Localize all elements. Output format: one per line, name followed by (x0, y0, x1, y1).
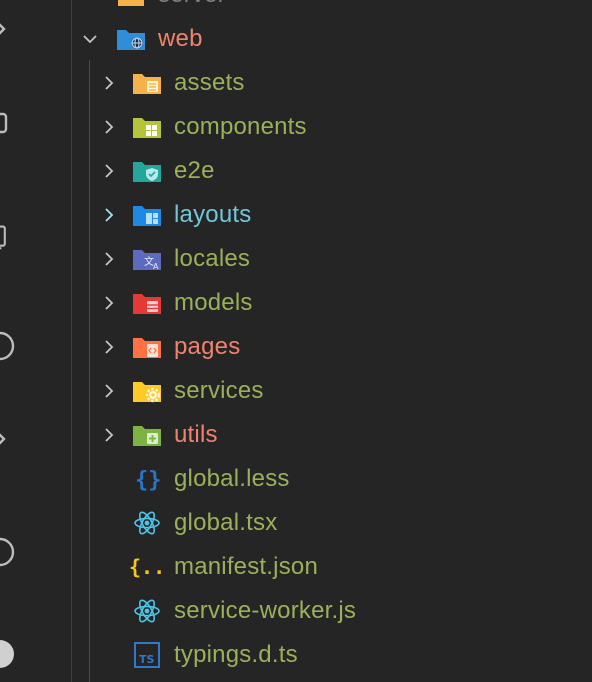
tree-item-label: models (174, 289, 253, 316)
folder-components-icon (132, 112, 162, 142)
folder-e2e-icon (132, 156, 162, 186)
tree-folder-web[interactable]: web (44, 17, 592, 61)
tree-item-label: web (158, 25, 203, 52)
folder-server-icon (116, 0, 146, 10)
tree-item-label: manifest.json (174, 553, 318, 580)
tree-item-label: server (158, 0, 226, 9)
tree-folder-layouts[interactable]: layouts (44, 193, 592, 237)
tree-item-label: services (174, 377, 264, 404)
device-icon[interactable] (0, 224, 10, 250)
json-file-icon: {..} (128, 552, 162, 582)
tree-item-label: layouts (174, 201, 252, 228)
chevron-right-icon[interactable] (101, 295, 117, 311)
chevron-down-icon[interactable] (82, 31, 98, 47)
tree-item-server[interactable]: server (44, 0, 592, 17)
chevron-right-icon[interactable] (101, 119, 117, 135)
folder-assets-icon (132, 68, 162, 98)
react-file-icon (132, 596, 162, 626)
tree-folder-services[interactable]: services (44, 369, 592, 413)
less-file-icon: {} (132, 464, 162, 494)
square-icon[interactable] (0, 110, 10, 136)
circle-icon[interactable] (0, 536, 16, 568)
tree-item-label: service-worker.js (174, 597, 357, 624)
tree-item-label: utils (174, 421, 218, 448)
chevron-right-icon[interactable] (101, 427, 117, 443)
chevron-right-icon[interactable] (101, 251, 117, 267)
tree-item-label: e2e (174, 157, 215, 184)
tree-file-typings-d-ts[interactable]: TS typings.d.ts (44, 633, 592, 677)
folder-layouts-icon (132, 200, 162, 230)
tree-file-global-tsx[interactable]: global.tsx (44, 501, 592, 545)
tree-item-label: global.less (174, 465, 290, 492)
svg-text:{}: {} (135, 468, 162, 493)
folder-pages-icon (132, 332, 162, 362)
folder-web-icon (116, 24, 146, 54)
tree-item-label: pages (174, 333, 241, 360)
tree-item-label: locales (174, 245, 251, 272)
tree-file-global-less[interactable]: {} global.less (44, 457, 592, 501)
tree-folder-assets[interactable]: assets (44, 61, 592, 105)
tree-folder-e2e[interactable]: e2e (44, 149, 592, 193)
tree-item-label: assets (174, 69, 245, 96)
tree-file-manifest-json[interactable]: {..} manifest.json (44, 545, 592, 589)
chevron-right-icon[interactable] (101, 75, 117, 91)
folder-services-icon (132, 376, 162, 406)
tree-folder-components[interactable]: components (44, 105, 592, 149)
svg-text:A: A (153, 262, 159, 271)
folder-models-icon (132, 288, 162, 318)
chevron-right-icon[interactable] (101, 163, 117, 179)
folder-locales-icon: 文A (132, 244, 162, 274)
chevron-right-icon[interactable] (0, 426, 10, 452)
svg-text:TS: TS (139, 653, 155, 666)
svg-text:{..}: {..} (129, 555, 162, 579)
tree-folder-utils[interactable]: utils (44, 413, 592, 457)
typescript-file-icon: TS (132, 640, 162, 670)
activity-bar (0, 0, 44, 682)
circle-icon[interactable] (0, 638, 16, 670)
tree-item-label: global.tsx (174, 509, 278, 536)
folder-utils-icon (132, 420, 162, 450)
tree-folder-pages[interactable]: pages (44, 325, 592, 369)
tree-item-label: typings.d.ts (174, 641, 298, 668)
tree-folder-locales[interactable]: 文A locales (44, 237, 592, 281)
circle-icon[interactable] (0, 330, 16, 362)
chevron-right-icon[interactable] (101, 207, 117, 223)
chevron-right-icon[interactable] (101, 339, 117, 355)
tree-folder-models[interactable]: models (44, 281, 592, 325)
chevron-right-icon[interactable] (101, 383, 117, 399)
tree-item-label: components (174, 113, 307, 140)
react-file-icon (132, 508, 162, 538)
explorer-tree: server web assets components (44, 0, 592, 682)
tree-file-service-worker-js[interactable]: service-worker.js (44, 589, 592, 633)
chevron-right-icon[interactable] (0, 16, 10, 42)
